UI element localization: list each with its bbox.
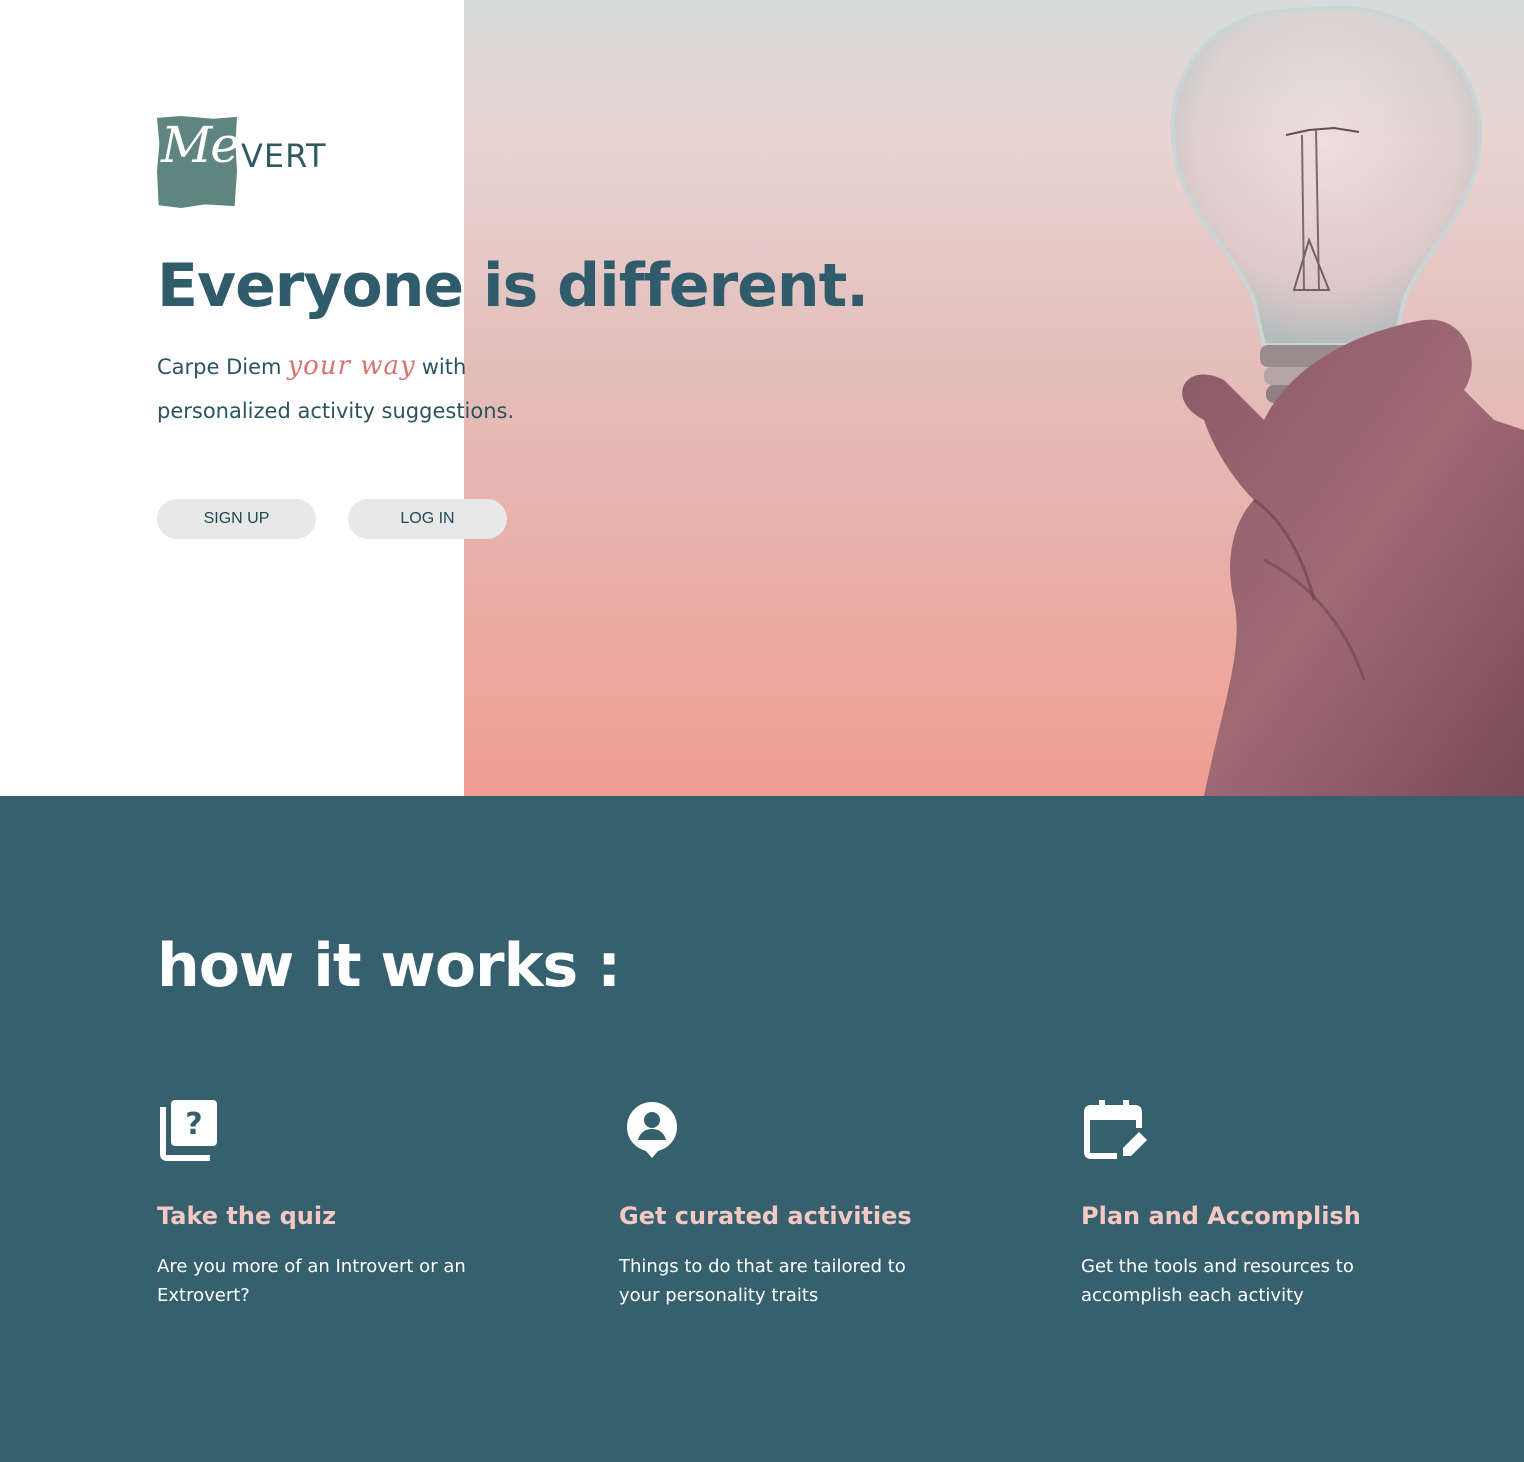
step-title: Get curated activities (619, 1202, 912, 1230)
step-title: Take the quiz (157, 1202, 337, 1230)
step-description: Get the tools and resources to accomplis… (1081, 1256, 1354, 1306)
lightbulb-illustration (1170, 5, 1524, 796)
log-in-button[interactable]: LOG IN (348, 499, 507, 539)
tagline-accent: your way (287, 351, 416, 381)
svg-text:?: ? (185, 1107, 202, 1142)
sign-up-button[interactable]: SIGN UP (157, 499, 316, 539)
how-it-works-section: how it works : ? Take the quiz Are you m… (0, 796, 1524, 1462)
step-description: Are you more of an Introvert or an Extro… (157, 1256, 466, 1306)
quiz-icon: ? (160, 1100, 217, 1161)
how-it-works-title: how it works : (157, 931, 621, 1001)
tagline-start: Carpe Diem (157, 355, 282, 379)
logo-wordmark: VERT (241, 137, 327, 175)
step-curated-activities: Get curated activities Things to do that… (619, 1096, 979, 1310)
logo-script-text: Me (161, 116, 240, 174)
hero-headline: Everyone is different. (157, 251, 869, 321)
step-description: Things to do that are tailored to your p… (619, 1256, 906, 1306)
step-take-quiz: ? Take the quiz Are you more of an Intro… (157, 1096, 517, 1310)
lightbulb-in-hand-photo (464, 0, 1524, 796)
step-plan-accomplish: Plan and Accomplish Get the tools and re… (1081, 1096, 1441, 1310)
brand-logo[interactable]: Me VERT (157, 116, 347, 210)
hero-section: Me VERT Everyone is different. Carpe Die… (0, 0, 1524, 796)
calendar-edit-icon (1084, 1100, 1147, 1159)
hero-tagline: Carpe Diem your way with personalized acti… (157, 344, 577, 433)
person-pin-icon (627, 1102, 677, 1158)
step-title: Plan and Accomplish (1081, 1202, 1361, 1230)
